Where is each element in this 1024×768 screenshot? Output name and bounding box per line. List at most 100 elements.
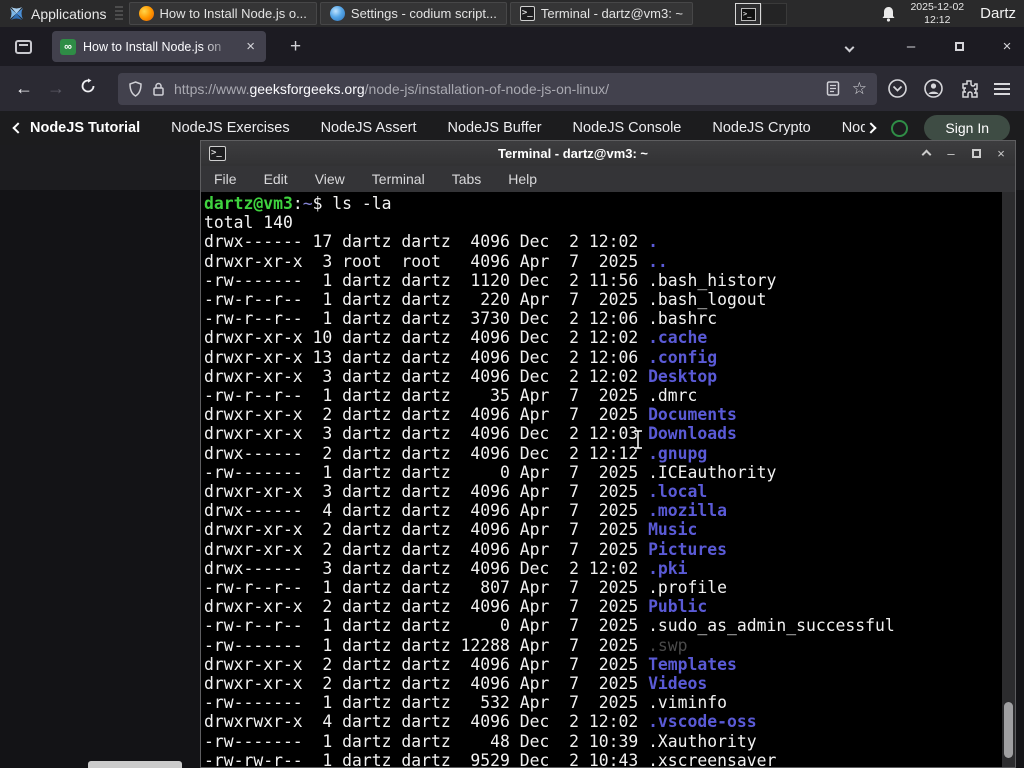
notifications-icon[interactable] — [881, 6, 896, 22]
tab-title: How to Install Node.js on — [83, 39, 222, 54]
terminal-title-bar[interactable]: >_ Terminal - dartz@vm3: ~ – × — [201, 141, 1015, 166]
list-all-tabs-button[interactable] — [832, 38, 866, 55]
url-bar[interactable]: https://www.geeksforgeeks.org/node-js/in… — [118, 72, 877, 105]
site-favicon: ∞ — [60, 38, 76, 55]
file-row: drwxr-xr-x 2 dartz dartz 4096 Apr 7 2025… — [204, 654, 737, 674]
clock-time: 12:12 — [924, 13, 951, 26]
restore-button[interactable] — [942, 38, 976, 55]
terminal-app-icon: >_ — [209, 146, 226, 161]
shield-icon[interactable] — [128, 80, 143, 97]
file-row: drwx------ 3 dartz dartz 4096 Dec 2 12:0… — [204, 558, 688, 578]
new-tab-button[interactable]: + — [282, 34, 309, 60]
chevron-up-icon — [921, 149, 931, 160]
file-name: Public — [648, 597, 708, 617]
reload-button[interactable] — [72, 78, 104, 99]
terminal-window: >_ Terminal - dartz@vm3: ~ – × File Edit V… — [200, 140, 1016, 768]
terminal-minimize-button[interactable]: – — [945, 146, 957, 161]
site-nav-item[interactable]: NodeJS DNS — [842, 120, 866, 136]
browser-tab[interactable]: ∞ How to Install Node.js on × — [52, 31, 266, 62]
terminal-menu-terminal[interactable]: Terminal — [372, 171, 425, 187]
file-row: drwxrwxr-x 4 dartz dartz 4096 Dec 2 12:0… — [204, 712, 757, 732]
clock[interactable]: 2025-12-02 12:12 — [910, 1, 964, 26]
terminal-content[interactable]: dartz@vm3:~$ ls -la total 140 drwx------… — [201, 192, 1015, 767]
terminal-menu-view[interactable]: View — [315, 171, 345, 187]
account-icon[interactable] — [923, 78, 944, 99]
file-name: Music — [648, 520, 698, 540]
pocket-icon[interactable] — [887, 78, 908, 99]
terminal-menu-tabs[interactable]: Tabs — [452, 171, 482, 187]
site-nav-item[interactable]: NodeJS Assert — [321, 120, 417, 136]
site-nav-item[interactable]: NodeJS Crypto — [712, 120, 810, 136]
file-row: drwxr-xr-x 2 dartz dartz 4096 Apr 7 2025… — [204, 520, 698, 540]
browser-tab-bar: ∞ How to Install Node.js on × + – × — [0, 27, 1024, 66]
prompt-command: ls -la — [322, 194, 392, 213]
site-nav-item[interactable]: NodeJS Console — [573, 120, 682, 136]
terminal-menu-edit[interactable]: Edit — [264, 171, 288, 187]
site-nav-item[interactable]: NodeJS Exercises — [171, 120, 289, 136]
menu-hamburger-icon[interactable] — [994, 82, 1010, 95]
scrollbar-thumb[interactable] — [1004, 702, 1013, 758]
status-tooltip — [88, 761, 182, 768]
terminal-scrollbar[interactable] — [1002, 192, 1015, 767]
system-tray: 2025-12-02 12:12 Dartz — [881, 1, 1024, 26]
file-name: .swp — [648, 635, 688, 655]
terminal-total-line: total 140 — [204, 213, 293, 233]
file-row: drwxr-xr-x 3 root root 4096 Apr 7 2025 .… — [204, 251, 668, 271]
extensions-puzzle-icon[interactable] — [959, 79, 979, 99]
file-row: -rw------- 1 dartz dartz 1120 Dec 2 11:5… — [204, 270, 777, 290]
search-icon[interactable] — [891, 119, 909, 137]
tab-close-icon[interactable]: × — [243, 38, 258, 55]
taskbar-window-button[interactable]: >_ Terminal - dartz@vm3: ~ — [509, 2, 694, 25]
bookmark-star-icon[interactable]: ☆ — [852, 79, 867, 99]
file-row: -rw-r--r-- 1 dartz dartz 807 Apr 7 2025 … — [204, 578, 728, 598]
firefox-view-button[interactable] — [8, 34, 38, 60]
rollup-button[interactable] — [920, 146, 932, 161]
close-button[interactable]: × — [990, 38, 1024, 55]
codium-icon — [329, 6, 345, 21]
file-name: . — [648, 232, 658, 252]
taskbar-window-button[interactable]: Settings - codium script... — [319, 2, 507, 25]
prompt-cwd: ~ — [302, 194, 313, 213]
taskbar-window-button[interactable]: How to Install Node.js o... — [128, 2, 317, 25]
terminal-maximize-button[interactable] — [970, 146, 982, 161]
minimize-button[interactable]: – — [894, 38, 928, 55]
taskbar-window-label: Settings - codium script... — [350, 6, 497, 21]
firefox-view-icon — [14, 39, 32, 54]
site-nav-item[interactable]: NodeJS Buffer — [448, 120, 542, 136]
file-name: .vscode-oss — [648, 712, 757, 732]
maximize-icon — [971, 149, 981, 158]
site-nav-item[interactable]: NodeJS Tutorial — [30, 120, 140, 136]
applications-menu-button[interactable]: Applications — [0, 0, 115, 27]
file-row: -rw-r--r-- 1 dartz dartz 3730 Dec 2 12:0… — [204, 309, 718, 329]
url-text[interactable]: https://www.geeksforgeeks.org/node-js/in… — [174, 81, 609, 97]
restore-icon — [954, 42, 964, 51]
urlbar-actions: ☆ — [826, 79, 867, 99]
file-name: .pki — [648, 558, 688, 578]
terminal-prompt-line: dartz@vm3:~$ ls -la — [204, 194, 392, 213]
file-row: -rw-r--r-- 1 dartz dartz 220 Apr 7 2025 … — [204, 290, 767, 310]
terminal-menu-file[interactable]: File — [214, 171, 237, 187]
file-name: Videos — [648, 674, 708, 694]
file-row: drwxr-xr-x 2 dartz dartz 4096 Apr 7 2025… — [204, 539, 728, 559]
nav-scroll-left-icon[interactable] — [12, 122, 24, 134]
file-row: drwxr-xr-x 10 dartz dartz 4096 Dec 2 12:… — [204, 328, 708, 348]
reader-view-icon[interactable] — [826, 81, 840, 96]
terminal-menu-help[interactable]: Help — [508, 171, 537, 187]
nav-scroll-right-icon[interactable] — [865, 122, 878, 134]
file-name: .bash_logout — [648, 290, 767, 310]
clock-date: 2025-12-02 — [910, 0, 965, 13]
sign-in-button[interactable]: Sign In — [924, 115, 1010, 141]
file-name: .cache — [648, 328, 708, 348]
file-name: .dmrc — [648, 386, 698, 406]
lock-icon[interactable] — [152, 81, 165, 97]
forward-button[interactable]: → — [40, 78, 72, 99]
workspace-1[interactable]: >_ — [735, 2, 762, 25]
file-row: drwx------ 2 dartz dartz 4096 Dec 2 12:1… — [204, 443, 708, 463]
user-menu[interactable]: Dartz — [978, 5, 1016, 22]
file-name: .viminfo — [648, 693, 728, 713]
workspace-switcher[interactable]: >_ — [735, 2, 788, 25]
workspace-2[interactable] — [761, 2, 788, 25]
terminal-window-controls: – × — [920, 146, 1007, 161]
terminal-close-button[interactable]: × — [995, 146, 1007, 161]
back-button[interactable]: ← — [8, 78, 40, 99]
